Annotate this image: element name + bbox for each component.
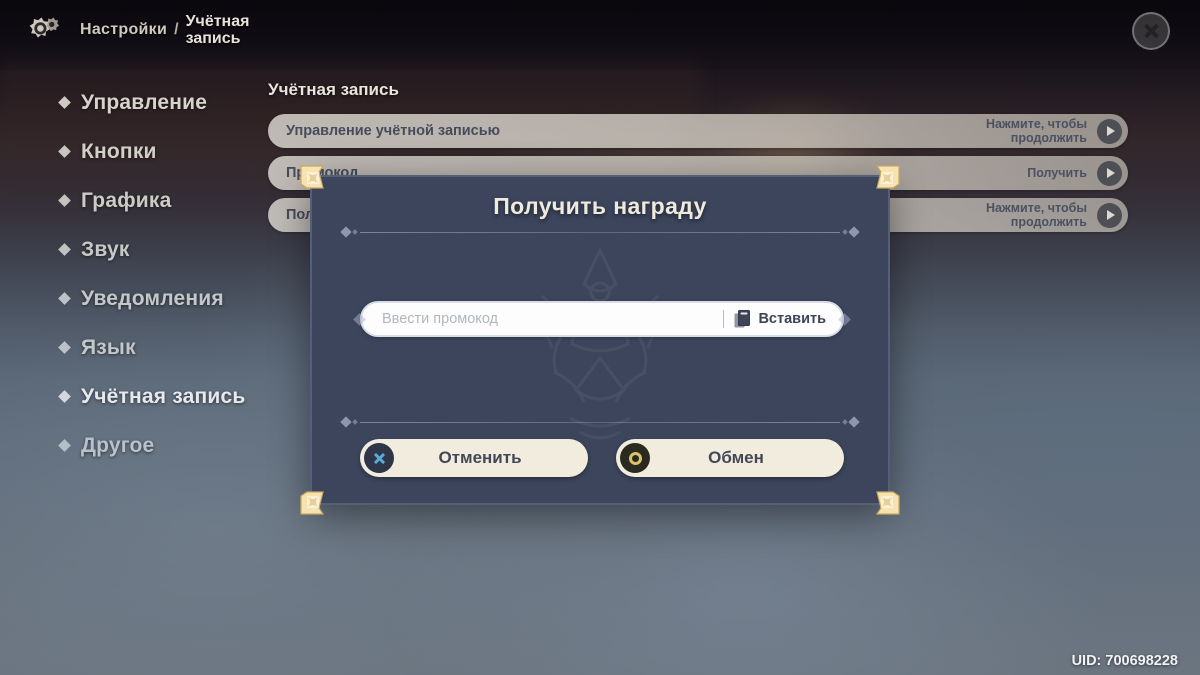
- input-separator: [723, 310, 725, 328]
- sidebar-item-label: Уведомления: [81, 286, 224, 310]
- diamond-bullet-icon: [58, 390, 71, 403]
- gear-icon: [22, 8, 66, 52]
- claim-reward-dialog: Получить награду Вставить: [300, 165, 900, 515]
- sidebar-item-label: Учётная запись: [81, 384, 246, 408]
- close-icon: [1143, 23, 1160, 40]
- row-action-label: Получить: [1027, 166, 1087, 180]
- uid-label: UID: 700698228: [1071, 653, 1178, 669]
- sidebar-item-label: Язык: [81, 335, 136, 359]
- divider-diamond-icon: [848, 416, 860, 428]
- promo-code-input[interactable]: [382, 311, 720, 327]
- divider-top: [340, 226, 860, 238]
- cancel-button[interactable]: Отменить: [360, 439, 588, 477]
- chevron-right-icon[interactable]: [1097, 160, 1122, 186]
- cancel-label: Отменить: [438, 448, 522, 467]
- breadcrumb-current: Учётная запись: [185, 13, 250, 47]
- paste-button[interactable]: Вставить: [734, 309, 834, 329]
- close-button[interactable]: [1132, 12, 1170, 50]
- confirm-circle-icon: [620, 443, 650, 473]
- sidebar-item-language[interactable]: Язык: [58, 323, 280, 372]
- breadcrumb-root[interactable]: Настройки: [80, 21, 167, 39]
- sidebar-item-notifications[interactable]: Уведомления: [58, 274, 280, 323]
- exchange-button[interactable]: Обмен: [616, 439, 844, 477]
- divider-diamond-small-icon: [352, 229, 358, 235]
- exchange-label: Обмен: [708, 448, 764, 467]
- diamond-bullet-icon: [58, 439, 71, 452]
- divider-diamond-small-icon: [842, 229, 848, 235]
- divider-diamond-icon: [340, 416, 352, 428]
- sidebar-item-graphics[interactable]: Графика: [58, 176, 280, 225]
- row-account-management[interactable]: Управление учётной записью Нажмите, чтоб…: [268, 114, 1128, 148]
- paste-label: Вставить: [758, 311, 826, 327]
- row-action-label: Нажмите, чтобы продолжить: [985, 117, 1087, 145]
- dialog-title: Получить награду: [493, 193, 707, 219]
- divider-bottom: [340, 416, 860, 428]
- watermark-emblem: [527, 245, 673, 440]
- settings-screen: Настройки / Учётная запись Управление Кн…: [0, 0, 1200, 675]
- sidebar-item-keys[interactable]: Кнопки: [58, 127, 280, 176]
- divider-diamond-icon: [340, 226, 352, 238]
- divider-diamond-small-icon: [842, 419, 848, 425]
- sidebar-item-other[interactable]: Другое: [58, 421, 280, 470]
- divider-line: [360, 231, 840, 233]
- close-circle-icon: [364, 443, 394, 473]
- sidebar-item-label: Другое: [81, 433, 155, 457]
- page-header: Настройки / Учётная запись: [0, 0, 1200, 60]
- sidebar-item-label: Управление: [81, 90, 208, 114]
- breadcrumb-separator: /: [174, 21, 179, 38]
- row-label: Управление учётной записью: [286, 123, 501, 139]
- diamond-bullet-icon: [58, 292, 71, 305]
- diamond-bullet-icon: [58, 145, 71, 158]
- sidebar-item-controls[interactable]: Управление: [58, 78, 280, 127]
- diamond-bullet-icon: [58, 243, 71, 256]
- clipboard-icon: [734, 309, 751, 327]
- settings-sidebar: Управление Кнопки Графика Звук Уведомлен…: [58, 78, 280, 470]
- diamond-bullet-icon: [58, 194, 71, 207]
- breadcrumb: Настройки / Учётная запись: [80, 13, 258, 47]
- diamond-bullet-icon: [58, 96, 71, 109]
- sidebar-item-label: Кнопки: [81, 139, 157, 163]
- divider-diamond-small-icon: [352, 419, 358, 425]
- chevron-right-icon[interactable]: [1097, 118, 1122, 144]
- diamond-bullet-icon: [58, 341, 71, 354]
- divider-diamond-icon: [848, 226, 860, 238]
- sidebar-item-label: Звук: [81, 237, 130, 261]
- chevron-right-icon[interactable]: [1097, 202, 1122, 228]
- page-title: Учётная запись: [268, 80, 399, 99]
- sidebar-item-audio[interactable]: Звук: [58, 225, 280, 274]
- sidebar-item-account[interactable]: Учётная запись: [58, 372, 280, 421]
- divider-line: [360, 421, 840, 423]
- promo-code-input-wrapper[interactable]: Вставить: [360, 301, 844, 337]
- sidebar-item-label: Графика: [81, 188, 172, 212]
- row-action-label: Нажмите, чтобы продолжить: [985, 201, 1087, 229]
